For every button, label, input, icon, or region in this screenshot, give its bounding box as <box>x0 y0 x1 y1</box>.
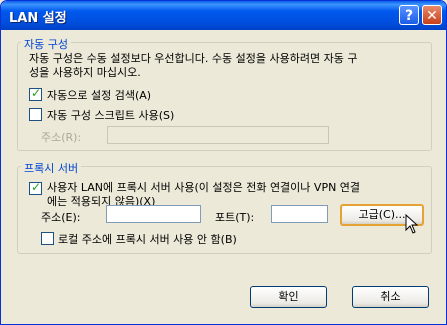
use-script-label[interactable]: 자동 구성 스크립트 사용(S) <box>47 107 174 123</box>
bypass-local-label[interactable]: 로컬 주소에 프록시 서버 사용 안 함(B) <box>58 231 237 247</box>
proxy-port-input[interactable] <box>271 205 328 223</box>
use-script-checkbox[interactable] <box>29 108 42 121</box>
script-address-input[interactable] <box>107 126 329 144</box>
auto-detect-label[interactable]: 자동으로 설정 검색(A) <box>47 87 151 103</box>
proxy-port-label: 포트(T): <box>215 211 255 224</box>
use-proxy-checkbox[interactable] <box>29 180 42 195</box>
ok-button[interactable]: 확인 <box>250 286 327 308</box>
window-title: LAN 설정 <box>9 11 67 26</box>
auto-detect-checkbox[interactable] <box>29 86 42 101</box>
help-button[interactable]: ? <box>399 5 419 25</box>
cancel-button[interactable]: 취소 <box>352 286 429 308</box>
proxy-legend: 프록시 서버 <box>21 160 82 176</box>
auto-config-legend: 자동 구성 <box>21 36 71 52</box>
script-address-label: 주소(R): <box>41 131 82 144</box>
auto-config-description-line1: 자동 구성은 수동 설정보다 우선합니다. 수동 설정을 사용하려면 자동 구 <box>29 52 358 65</box>
bypass-local-checkbox[interactable] <box>41 232 54 245</box>
title-bar: LAN 설정 ? ✕ <box>1 1 446 30</box>
proxy-address-input[interactable] <box>106 205 201 223</box>
proxy-address-label: 주소(E): <box>41 211 81 224</box>
lan-settings-dialog: LAN 설정 ? ✕ 자동 구성 자동 구성은 수동 설정보다 우선합니다. 수… <box>0 0 447 325</box>
mouse-cursor-icon <box>405 214 419 234</box>
auto-config-description-line2: 성을 사용하지 마십시오. <box>29 66 141 79</box>
close-button[interactable]: ✕ <box>422 5 442 25</box>
